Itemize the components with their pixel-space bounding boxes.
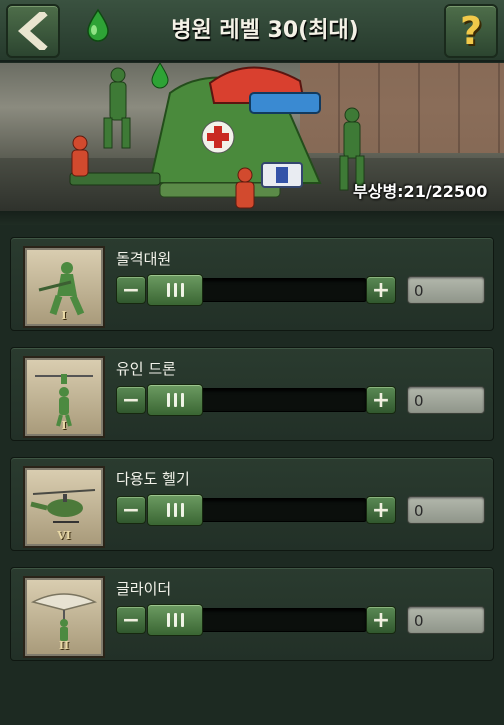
- quantity-field[interactable]: 0: [407, 496, 485, 524]
- rank-badge: II: [58, 639, 70, 652]
- slider-handle[interactable]: [147, 494, 203, 526]
- unit-row-4: II 글라이더 − + 0: [10, 567, 494, 661]
- helicopter-icon: VI: [25, 468, 103, 546]
- drone-icon: I: [25, 358, 103, 436]
- back-button[interactable]: [6, 4, 60, 58]
- decrease-button[interactable]: −: [116, 606, 146, 634]
- slider-handle[interactable]: [147, 274, 203, 306]
- unit-name: 다용도 헬기: [116, 470, 190, 488]
- decrease-button[interactable]: −: [116, 386, 146, 414]
- divider: [0, 211, 504, 225]
- rank-badge: VI: [57, 529, 71, 542]
- increase-button[interactable]: +: [366, 606, 396, 634]
- rank-badge: I: [61, 419, 67, 432]
- help-button[interactable]: ?: [444, 4, 498, 58]
- quantity-field[interactable]: 0: [407, 606, 485, 634]
- unit-name: 돌격대원: [116, 250, 172, 268]
- unit-row-2: I 유인 드론 − + 0: [10, 347, 494, 441]
- slider-handle[interactable]: [147, 384, 203, 416]
- slider-handle[interactable]: [147, 604, 203, 636]
- unit-row-3: VI 다용도 헬기 − + 0: [10, 457, 494, 551]
- unit-row-1: I 돌격대원 − + 0: [10, 237, 494, 331]
- decrease-button[interactable]: −: [116, 276, 146, 304]
- chevron-left-icon: [17, 12, 48, 50]
- green-drop-icon: [87, 8, 109, 42]
- help-label: ?: [459, 9, 483, 53]
- unit-name: 글라이더: [116, 580, 172, 598]
- injured-count: 부상병:21/22500: [353, 182, 488, 201]
- rank-badge: I: [61, 309, 67, 322]
- decrease-button[interactable]: −: [116, 496, 146, 524]
- rifleman-icon: I: [25, 248, 103, 326]
- unit-name: 유인 드론: [116, 360, 176, 378]
- page-title: 병원 레벨 30(최대): [171, 18, 359, 43]
- header-bar: 병원 레벨 30(최대) ?: [0, 0, 504, 62]
- increase-button[interactable]: +: [366, 496, 396, 524]
- increase-button[interactable]: +: [366, 276, 396, 304]
- glider-icon: II: [25, 578, 103, 656]
- quantity-field[interactable]: 0: [407, 276, 485, 304]
- hospital-banner: 부상병:21/22500: [0, 63, 504, 211]
- increase-button[interactable]: +: [366, 386, 396, 414]
- quantity-field[interactable]: 0: [407, 386, 485, 414]
